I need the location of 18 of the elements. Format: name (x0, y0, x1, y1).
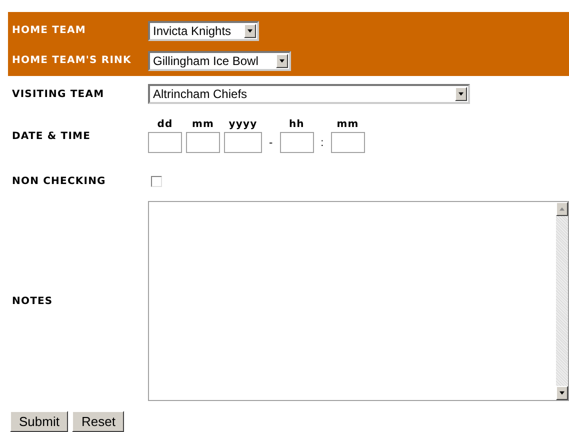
field-hint: hh (288, 119, 304, 130)
field-label: HOME TEAM'S RINK (11, 55, 132, 66)
field-label: NOTES (11, 296, 54, 306)
field-hint: dd (157, 119, 173, 130)
field-label: DATE & TIME (11, 130, 92, 142)
field-hint: mm (336, 119, 359, 130)
field-hint: mm (192, 119, 214, 130)
dropdown[interactable]: Invicta Knights (148, 20, 259, 40)
field-label: HOME TEAM (11, 25, 87, 36)
field-hint: yyyy (228, 119, 258, 130)
separator: : (320, 137, 325, 151)
form-button[interactable]: Reset (72, 411, 124, 432)
separator: - (268, 137, 274, 151)
field-label: NON CHECKING (11, 176, 107, 186)
dropdown[interactable]: Gillingham Ice Bowl (148, 50, 291, 70)
dropdown[interactable]: Altrincham Chiefs (148, 84, 470, 104)
form-button[interactable]: Submit (10, 411, 68, 432)
field-label: VISITING TEAM (11, 88, 106, 100)
